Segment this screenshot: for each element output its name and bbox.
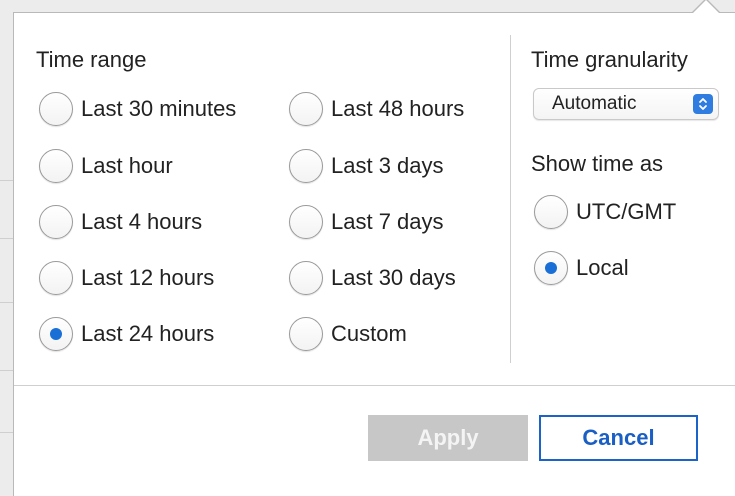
background-row-divider (0, 432, 14, 433)
radio-label: Last 4 hours (81, 209, 203, 234)
radio-label: Last 30 days (331, 265, 456, 290)
radio-utc-gmt[interactable]: UTC/GMT (534, 193, 676, 231)
radio-label: Local (576, 255, 629, 280)
radio-button-selected[interactable] (39, 317, 73, 351)
radio-label: Last 48 hours (331, 96, 465, 121)
cancel-button[interactable]: Cancel (539, 415, 698, 461)
radio-button[interactable] (289, 149, 323, 183)
time-granularity-title: Time granularity (531, 47, 688, 72)
background-row-divider (0, 180, 14, 181)
background-row-divider (0, 302, 14, 303)
radio-button[interactable] (39, 92, 73, 126)
radio-label: UTC/GMT (576, 199, 677, 224)
radio-last-3-days[interactable]: Last 3 days (289, 147, 444, 185)
time-range-popover: Time range Last 30 minutes Last hour Las… (13, 0, 735, 496)
radio-label: Last 12 hours (81, 265, 215, 290)
radio-button[interactable] (289, 205, 323, 239)
footer-divider (14, 385, 735, 386)
radio-custom[interactable]: Custom (289, 315, 407, 353)
radio-button[interactable] (289, 92, 323, 126)
radio-button[interactable] (534, 195, 568, 229)
radio-label: Last 7 days (331, 209, 444, 234)
background-row-divider (0, 370, 14, 371)
radio-last-30-minutes[interactable]: Last 30 minutes (39, 90, 236, 128)
radio-last-4-hours[interactable]: Last 4 hours (39, 203, 202, 241)
granularity-select[interactable]: Automatic (533, 88, 719, 120)
radio-last-24-hours[interactable]: Last 24 hours (39, 315, 214, 353)
radio-last-48-hours[interactable]: Last 48 hours (289, 90, 464, 128)
up-down-chevron-icon (693, 94, 713, 114)
column-divider (510, 35, 511, 363)
radio-label: Last 3 days (331, 153, 444, 178)
radio-label: Last 30 minutes (81, 96, 237, 121)
radio-label: Last 24 hours (81, 321, 215, 346)
show-time-as-title: Show time as (531, 151, 664, 176)
radio-button[interactable] (39, 205, 73, 239)
background-row-divider (0, 238, 14, 239)
radio-button-selected[interactable] (534, 251, 568, 285)
radio-label: Custom (331, 321, 407, 346)
radio-last-7-days[interactable]: Last 7 days (289, 203, 444, 241)
radio-local[interactable]: Local (534, 249, 629, 287)
radio-button[interactable] (39, 149, 73, 183)
radio-last-hour[interactable]: Last hour (39, 147, 173, 185)
radio-button[interactable] (289, 261, 323, 295)
radio-label: Last hour (81, 153, 173, 178)
radio-button[interactable] (289, 317, 323, 351)
radio-button[interactable] (39, 261, 73, 295)
radio-last-12-hours[interactable]: Last 12 hours (39, 259, 214, 297)
radio-last-30-days[interactable]: Last 30 days (289, 259, 456, 297)
granularity-select-value: Automatic (552, 93, 637, 114)
apply-button[interactable]: Apply (368, 415, 528, 461)
time-range-title: Time range (36, 47, 147, 72)
